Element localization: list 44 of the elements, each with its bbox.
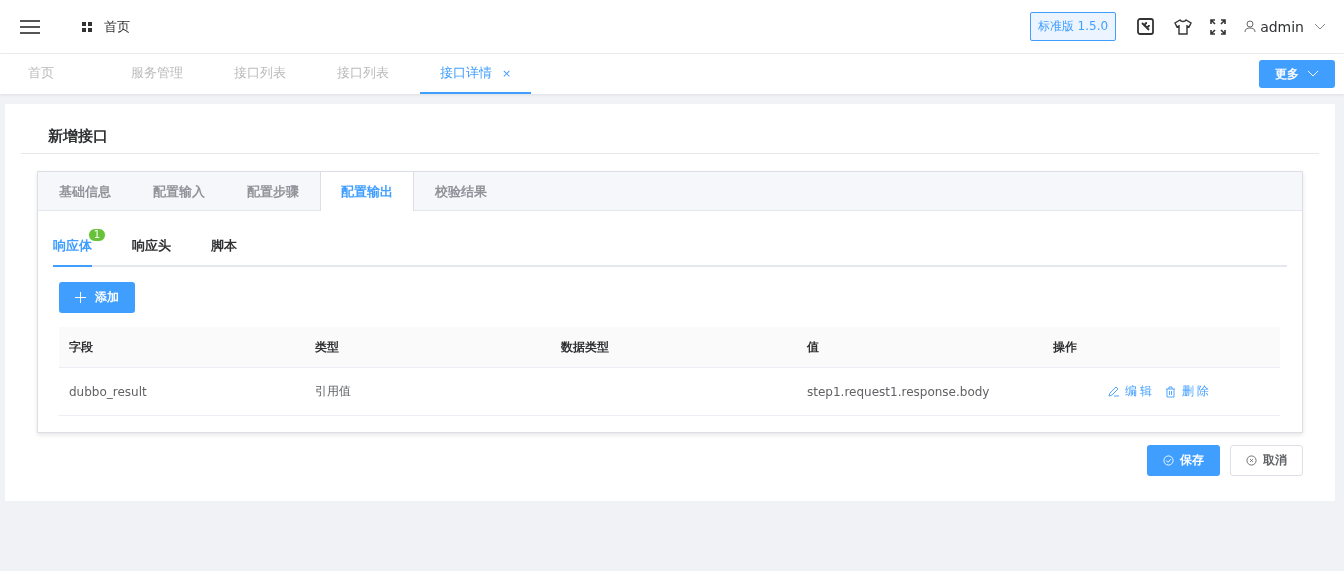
column-header: 字段 xyxy=(59,327,305,368)
sub-tab[interactable]: 响应头 xyxy=(132,231,171,267)
wrench-icon[interactable] xyxy=(1136,16,1157,37)
save-button[interactable]: 保存 xyxy=(1147,445,1220,476)
tab[interactable]: 配置步骤 xyxy=(226,172,320,211)
table-cell: dubbo_result xyxy=(69,384,147,399)
cancel-button[interactable]: 取消 xyxy=(1230,445,1303,476)
column-header: 操作 xyxy=(1043,327,1280,368)
table-cell: step1.request1.response.body xyxy=(807,384,990,399)
column-header: 值 xyxy=(797,327,1043,368)
trash-icon xyxy=(1164,385,1176,398)
page-tab[interactable]: 接口列表 xyxy=(214,54,317,94)
caret-icon[interactable] xyxy=(1314,22,1326,31)
close-circle-icon xyxy=(1246,455,1257,466)
tab[interactable]: 基础信息 xyxy=(38,172,132,211)
grid-icon xyxy=(82,21,92,32)
sub-tab[interactable]: 脚本 xyxy=(211,231,237,267)
caret-icon xyxy=(1307,70,1319,78)
shirt-icon[interactable] xyxy=(1174,18,1193,35)
close-icon[interactable]: × xyxy=(502,66,512,80)
pencil-icon xyxy=(1107,386,1119,397)
more-button[interactable]: 更多 xyxy=(1259,60,1335,88)
check-circle-icon xyxy=(1163,455,1174,466)
breadcrumb[interactable]: 首页 xyxy=(104,17,130,36)
plus-icon xyxy=(75,292,86,303)
user-icon xyxy=(1244,20,1257,33)
version-badge: 标准版 1.5.0 xyxy=(1029,12,1117,41)
page-tab[interactable]: 接口详情 × xyxy=(420,54,532,94)
menu-icon[interactable] xyxy=(20,18,40,35)
action-link[interactable]: 编 辑 xyxy=(1124,383,1153,400)
page-tab[interactable]: 首页 xyxy=(8,54,111,94)
column-header: 数据类型 xyxy=(551,327,797,368)
page-tab[interactable]: 服务管理 xyxy=(111,54,214,94)
tab[interactable]: 配置输入 xyxy=(132,172,226,211)
column-header: 类型 xyxy=(305,327,551,368)
page-title: 新增接口 xyxy=(21,104,1319,154)
add-button[interactable]: 添加 xyxy=(59,282,135,313)
user-name[interactable]: admin xyxy=(1260,18,1304,35)
fullscreen-icon[interactable] xyxy=(1210,18,1227,35)
page-tab[interactable]: 接口列表 xyxy=(317,54,420,94)
tab[interactable]: 校验结果 xyxy=(414,172,508,211)
action-link[interactable]: 删 除 xyxy=(1181,383,1210,400)
tab[interactable]: 配置输出 xyxy=(320,172,414,211)
table-cell: 引用值 xyxy=(315,384,351,398)
